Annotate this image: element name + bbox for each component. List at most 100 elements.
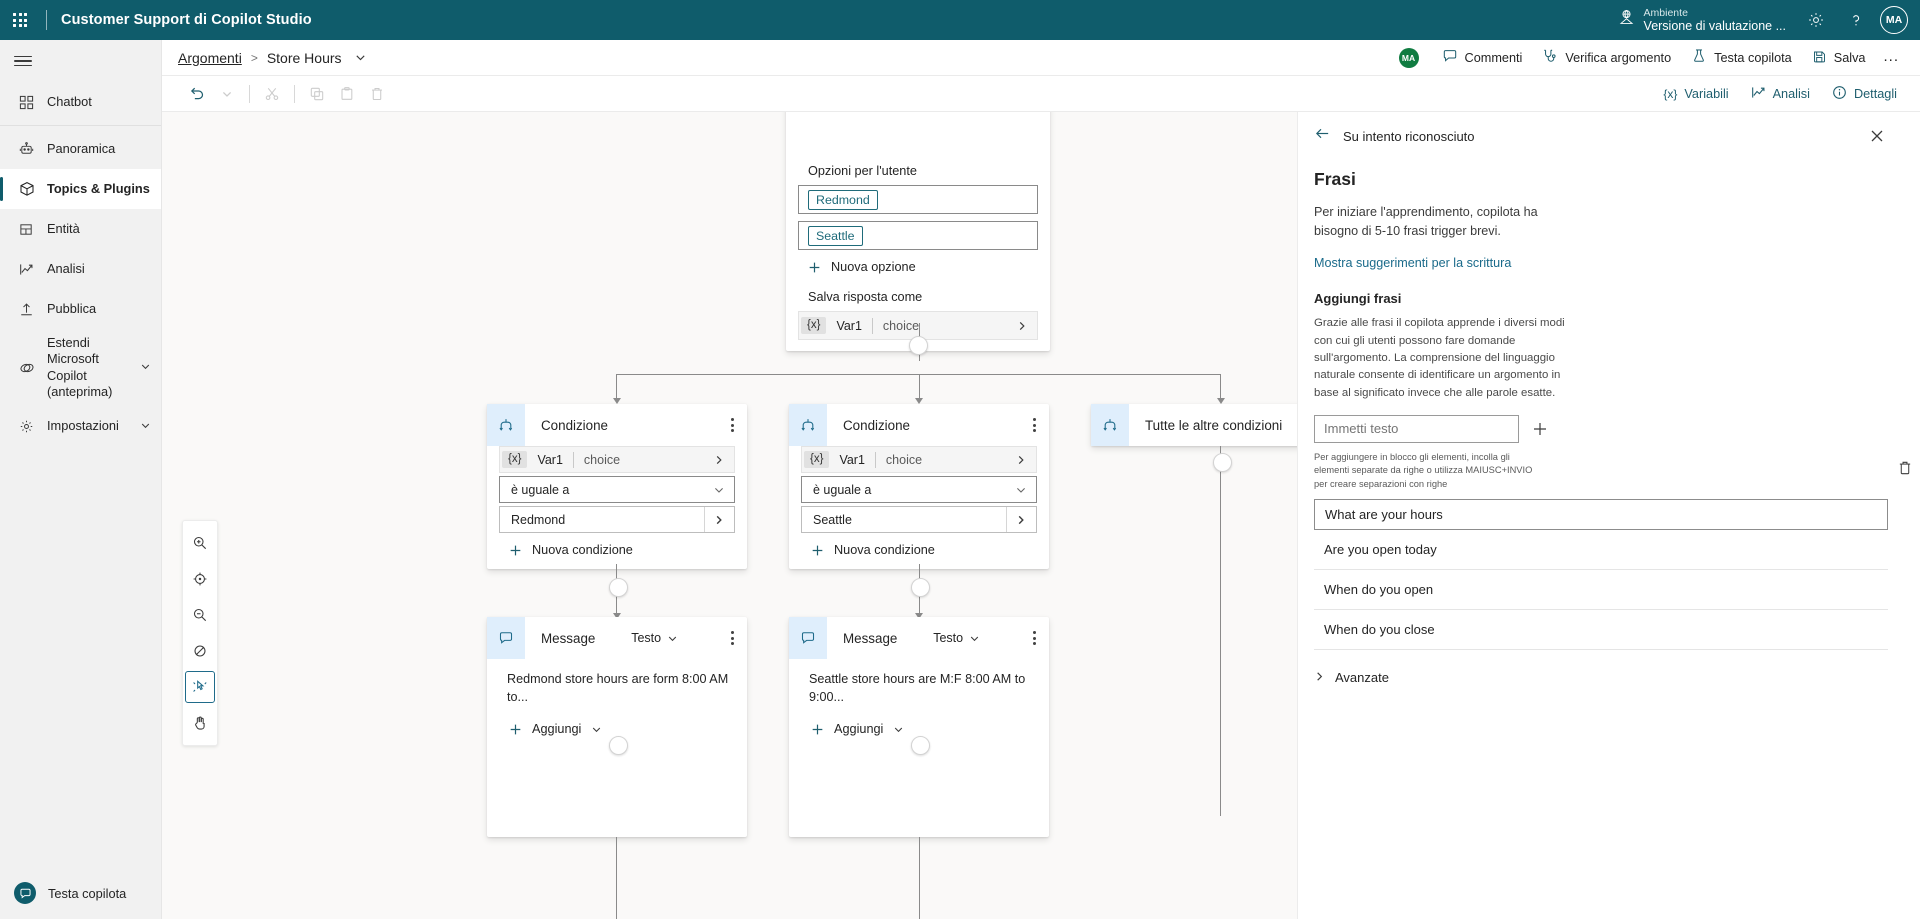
undo-button[interactable] bbox=[182, 81, 212, 107]
breadcrumb-parent-link[interactable]: Argomenti bbox=[178, 50, 242, 66]
topic-authoring-canvas[interactable]: Opzioni per l'utente Redmond Seattle Nuo… bbox=[162, 112, 1297, 919]
collaborator-avatar[interactable]: MA bbox=[1398, 47, 1419, 68]
condition-operator-select[interactable]: è uguale a bbox=[801, 476, 1037, 503]
avatar[interactable]: MA bbox=[1880, 6, 1908, 34]
phrase-item-selected[interactable]: What are your hours bbox=[1314, 499, 1888, 531]
sidebar-item-topics-plugins[interactable]: Topics & Plugins bbox=[0, 169, 161, 209]
zoom-in-button[interactable] bbox=[185, 527, 215, 559]
add-content-button[interactable]: Aggiungi bbox=[801, 706, 1037, 738]
node-menu-button[interactable] bbox=[718, 418, 747, 432]
phrase-item[interactable]: Are you open today bbox=[1314, 530, 1888, 571]
condition-node-1[interactable]: Condizione {x} Var1 choice è uguale a Re… bbox=[487, 404, 747, 569]
condition-node-2[interactable]: Condizione {x} Var1 choice è uguale a Se… bbox=[789, 404, 1049, 569]
close-icon[interactable] bbox=[1866, 125, 1888, 147]
phrase-item[interactable]: When do you close bbox=[1314, 610, 1888, 651]
sidebar-item-chatbot[interactable]: Chatbot bbox=[0, 82, 161, 122]
sidebar-item-pubblica[interactable]: Pubblica bbox=[0, 289, 161, 329]
comments-button[interactable]: Commenti bbox=[1433, 43, 1532, 72]
message-node-1[interactable]: Message Testo Redmond store hours are fo… bbox=[487, 617, 747, 837]
verify-topic-label: Verifica argomento bbox=[1565, 50, 1672, 65]
condition-variable-field[interactable]: {x} Var1 choice bbox=[801, 446, 1037, 473]
chevron-down-icon[interactable] bbox=[140, 360, 151, 375]
question-node[interactable]: Opzioni per l'utente Redmond Seattle Nuo… bbox=[786, 112, 1050, 351]
cut-button[interactable] bbox=[257, 81, 287, 107]
add-node-button[interactable] bbox=[911, 736, 930, 755]
condition-variable-field[interactable]: {x} Var1 choice bbox=[499, 446, 735, 473]
node-menu-button[interactable] bbox=[1020, 418, 1049, 432]
gear-icon[interactable] bbox=[1796, 0, 1836, 40]
hide-button[interactable] bbox=[185, 635, 215, 667]
environment-selector[interactable]: Ambiente Versione di valutazione ... bbox=[1618, 7, 1796, 33]
message-node-2[interactable]: Message Testo Seattle store hours are M:… bbox=[789, 617, 1049, 837]
sidebar-item-analisi[interactable]: Analisi bbox=[0, 249, 161, 289]
all-other-conditions-node[interactable]: Tutte le altre condizioni bbox=[1091, 404, 1297, 446]
show-writing-suggestions-link[interactable]: Mostra suggerimenti per la scrittura bbox=[1314, 256, 1511, 270]
condition-value: Redmond bbox=[511, 512, 566, 527]
new-condition-button[interactable]: Nuova condizione bbox=[499, 534, 735, 559]
add-content-button[interactable]: Aggiungi bbox=[499, 706, 735, 738]
message-text[interactable]: Seattle store hours are M:F 8:00 AM to 9… bbox=[801, 659, 1037, 706]
panel-back-button[interactable]: Su intento riconosciuto bbox=[1314, 125, 1475, 147]
question-mark-icon[interactable] bbox=[1836, 0, 1876, 40]
phrase-item[interactable]: When do you open bbox=[1314, 570, 1888, 611]
plus-icon bbox=[510, 724, 521, 735]
phrase-input[interactable] bbox=[1314, 414, 1519, 443]
add-node-button[interactable] bbox=[609, 578, 628, 597]
chevron-right-icon[interactable] bbox=[1016, 320, 1037, 332]
sidebar-item-impostazioni[interactable]: Impostazioni bbox=[0, 407, 161, 447]
redo-dropdown-button[interactable] bbox=[212, 81, 242, 107]
copy-button[interactable] bbox=[302, 81, 332, 107]
sidebar-item-testa-copilota[interactable]: Testa copilota bbox=[0, 867, 161, 919]
variable-name: Var1 bbox=[836, 318, 862, 333]
chevron-right-icon[interactable] bbox=[713, 454, 734, 466]
analytics-button[interactable]: Analisi bbox=[1742, 81, 1819, 107]
new-condition-button[interactable]: Nuova condizione bbox=[801, 534, 1037, 559]
chevron-down-icon[interactable] bbox=[140, 419, 151, 434]
add-node-button[interactable] bbox=[609, 736, 628, 755]
hamburger-menu-icon[interactable] bbox=[0, 40, 161, 82]
condition-value-field[interactable]: Redmond bbox=[499, 506, 735, 533]
fit-to-screen-button[interactable] bbox=[185, 563, 215, 595]
message-type-select[interactable]: Testo bbox=[933, 631, 984, 645]
delete-button[interactable] bbox=[362, 81, 392, 107]
sidebar-item-panoramica[interactable]: Panoramica bbox=[0, 129, 161, 169]
add-node-button[interactable] bbox=[1213, 453, 1232, 472]
chevron-right-icon[interactable] bbox=[1015, 454, 1036, 466]
add-node-button[interactable] bbox=[909, 336, 928, 355]
sidebar-item-entita[interactable]: Entità bbox=[0, 209, 161, 249]
paste-button[interactable] bbox=[332, 81, 362, 107]
variable-x-icon: {x} bbox=[1663, 86, 1678, 101]
trash-icon[interactable] bbox=[1894, 457, 1916, 484]
verify-topic-button[interactable]: Verifica argomento bbox=[1533, 43, 1680, 72]
save-button[interactable]: Salva bbox=[1803, 44, 1875, 72]
condition-value-field[interactable]: Seattle bbox=[801, 506, 1037, 533]
app-launcher-icon[interactable] bbox=[0, 0, 40, 40]
zoom-out-button[interactable] bbox=[185, 599, 215, 631]
option-field-seattle[interactable]: Seattle bbox=[798, 221, 1038, 250]
option-field-redmond[interactable]: Redmond bbox=[798, 185, 1038, 214]
variable-type: choice bbox=[583, 452, 621, 467]
chevron-down-icon[interactable] bbox=[1015, 484, 1036, 496]
pan-tool-button[interactable] bbox=[185, 707, 215, 739]
new-option-button[interactable]: Nuova opzione bbox=[798, 251, 1038, 276]
details-button[interactable]: Dettagli bbox=[1823, 81, 1906, 107]
chevron-right-icon[interactable] bbox=[1006, 507, 1036, 532]
topbar-divider bbox=[46, 10, 47, 30]
variable-type: choice bbox=[882, 318, 920, 333]
message-type-select[interactable]: Testo bbox=[631, 631, 682, 645]
overflow-menu-button[interactable]: ... bbox=[1876, 47, 1906, 68]
node-menu-button[interactable] bbox=[718, 631, 747, 645]
node-menu-button[interactable] bbox=[1020, 631, 1049, 645]
test-copilot-button[interactable]: Testa copilota bbox=[1682, 43, 1801, 72]
chevron-down-icon[interactable] bbox=[713, 484, 734, 496]
advanced-section-toggle[interactable]: Avanzate bbox=[1314, 670, 1888, 685]
variables-button[interactable]: {x} Variabili bbox=[1654, 83, 1737, 105]
condition-operator-select[interactable]: è uguale a bbox=[499, 476, 735, 503]
sidebar-item-estendi-copilot[interactable]: Estendi Microsoft Copilot (anteprima) bbox=[0, 329, 161, 407]
plus-icon[interactable] bbox=[1529, 418, 1551, 440]
chevron-down-icon[interactable] bbox=[354, 51, 367, 64]
pointer-tool-button[interactable] bbox=[185, 671, 215, 703]
message-text[interactable]: Redmond store hours are form 8:00 AM to.… bbox=[499, 659, 735, 706]
chevron-right-icon[interactable] bbox=[704, 507, 734, 532]
add-node-button[interactable] bbox=[911, 578, 930, 597]
